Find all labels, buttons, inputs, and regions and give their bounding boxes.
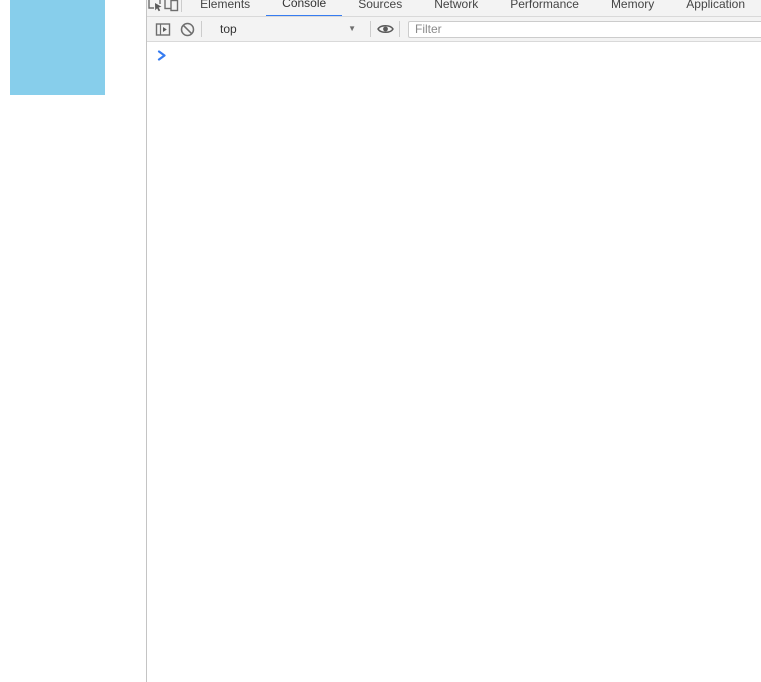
execution-context-selector[interactable]: top ▼ bbox=[210, 19, 362, 39]
page-blue-square bbox=[10, 0, 105, 95]
devtools-panel: Elements Console Sources Network Perform… bbox=[147, 0, 761, 682]
console-toolbar: top ▼ bbox=[147, 17, 761, 42]
clear-console-button[interactable] bbox=[175, 17, 199, 41]
devtools-tabbar: Elements Console Sources Network Perform… bbox=[147, 0, 761, 17]
tab-performance-label: Performance bbox=[510, 0, 579, 11]
console-sidebar-icon bbox=[155, 22, 171, 37]
screenshot-root: Elements Console Sources Network Perform… bbox=[0, 0, 761, 682]
console-sidebar-button[interactable] bbox=[151, 17, 175, 41]
inspect-cursor-icon bbox=[147, 0, 163, 12]
tab-sources-label: Sources bbox=[358, 0, 403, 11]
console-filter-input[interactable] bbox=[408, 20, 761, 38]
tab-sources[interactable]: Sources bbox=[342, 0, 418, 16]
toolbar-separator bbox=[370, 21, 371, 37]
tab-application[interactable]: Application bbox=[670, 0, 761, 16]
tab-memory-label: Memory bbox=[610, 0, 655, 11]
device-toolbar-icon bbox=[163, 0, 179, 12]
eye-icon bbox=[376, 23, 394, 35]
chevron-down-icon: ▼ bbox=[348, 24, 356, 33]
tab-elements[interactable]: Elements bbox=[184, 0, 266, 16]
tab-network[interactable]: Network bbox=[418, 0, 494, 16]
toolbar-separator bbox=[181, 0, 183, 12]
device-toolbar-button[interactable] bbox=[163, 0, 179, 16]
tab-network-label: Network bbox=[434, 0, 479, 11]
console-output-area[interactable] bbox=[147, 42, 761, 682]
tab-elements-label: Elements bbox=[200, 0, 251, 11]
inspect-element-button[interactable] bbox=[147, 0, 163, 16]
tab-console-label: Console bbox=[282, 0, 327, 10]
tab-memory[interactable]: Memory bbox=[595, 0, 670, 16]
console-prompt-chevron-icon bbox=[157, 50, 167, 61]
toolbar-separator bbox=[201, 21, 202, 37]
tab-performance[interactable]: Performance bbox=[494, 0, 595, 16]
devtools-tabbar-inner: Elements Console Sources Network Perform… bbox=[147, 0, 761, 16]
page-content-pane bbox=[0, 0, 147, 682]
live-expression-button[interactable] bbox=[373, 17, 397, 41]
execution-context-value: top bbox=[220, 22, 237, 36]
tab-application-label: Application bbox=[686, 0, 745, 11]
console-prompt-row[interactable] bbox=[147, 42, 761, 61]
tab-console[interactable]: Console bbox=[266, 0, 343, 16]
toolbar-separator bbox=[399, 21, 400, 37]
clear-console-icon bbox=[180, 22, 195, 37]
